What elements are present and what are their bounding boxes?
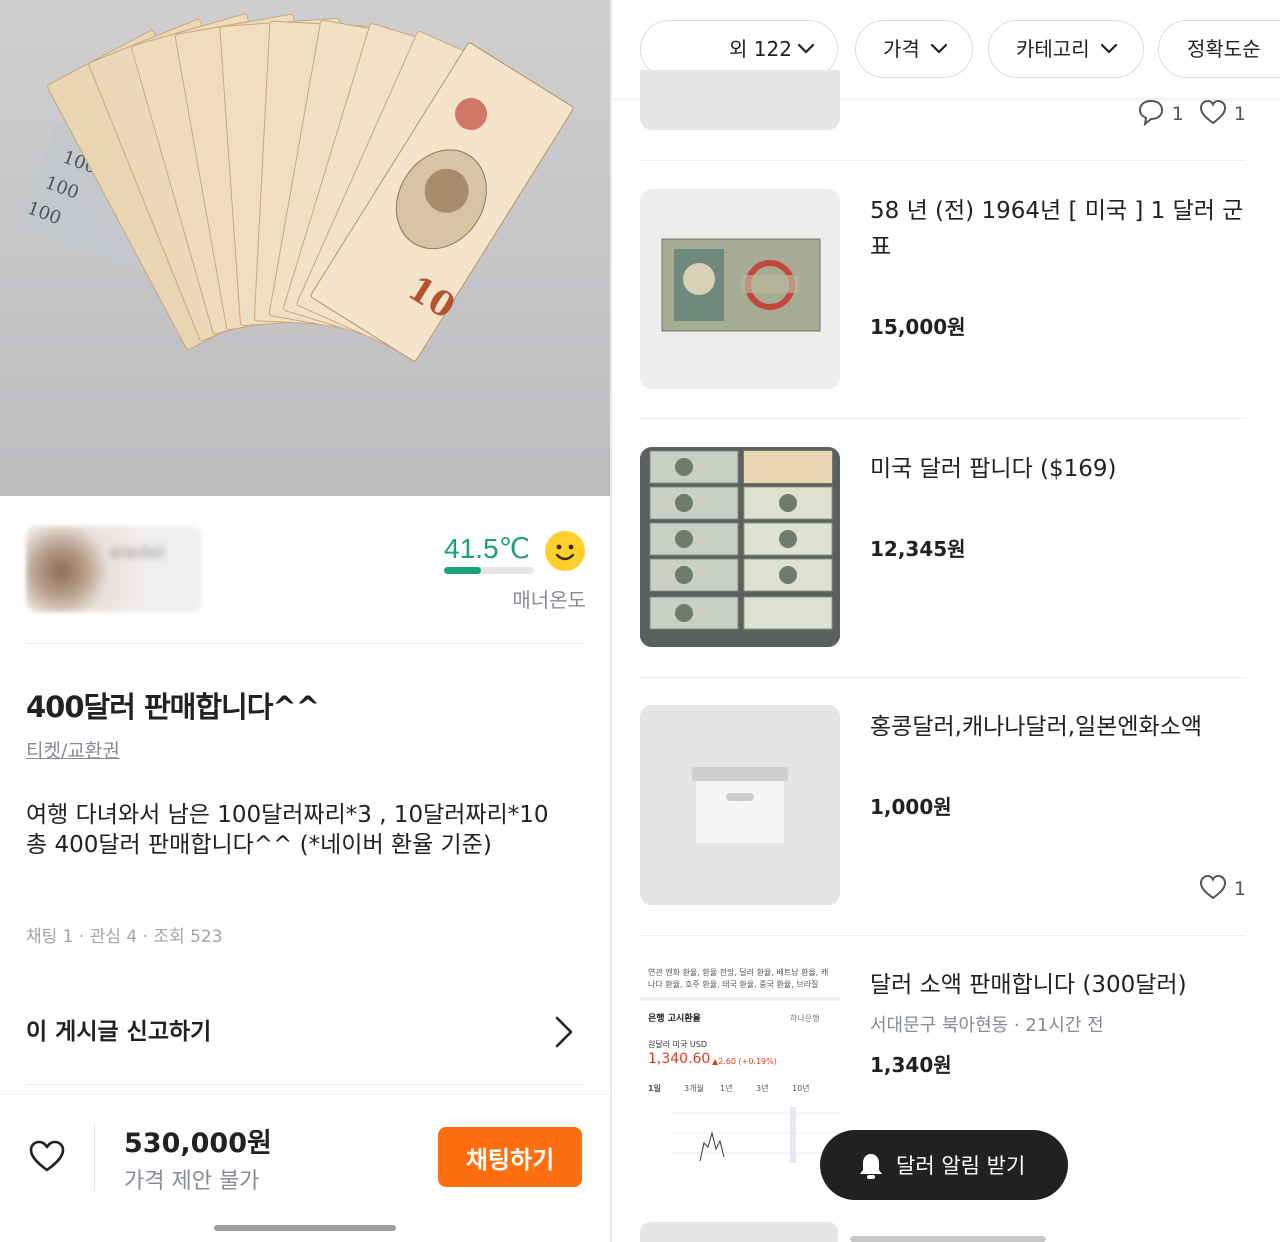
heart-icon — [1199, 874, 1226, 900]
list-item[interactable]: 홍콩달러,캐나나달러,일본엔화소액 1,000원 1 — [640, 705, 1246, 905]
search-results-panel: 외 122 가격 카테고리 정확도순 1 1 58 년 (전) 1964년 [… — [612, 0, 1280, 1242]
product-photo[interactable]: 100 100 100 10 — [0, 0, 610, 496]
item-thumbnail — [640, 70, 840, 130]
divider — [26, 643, 584, 644]
product-detail-panel: 100 100 100 10 eledel 41.5℃ 매너온도 400달러 판… — [0, 0, 610, 1242]
filter-price-label: 가격 — [883, 37, 920, 61]
list-item[interactable]: 미국 달러 팝니다 ($169) 12,345원 — [640, 447, 1246, 647]
thumb-change: ▲2.60 (+0.19%) — [712, 1057, 777, 1066]
item-price: 12,345원 — [870, 537, 966, 561]
divider — [640, 418, 1246, 419]
chevron-down-icon — [1100, 43, 1118, 54]
keyword-alarm-button[interactable]: 달러 알림 받기 — [820, 1130, 1068, 1200]
thumb-rate-chart — [670, 1107, 840, 1163]
list-item[interactable]: 1 1 — [640, 70, 1246, 130]
thumb-range-tab: 1년 — [720, 1084, 733, 1093]
price: 530,000원 — [124, 1128, 272, 1159]
smile-face-icon — [545, 531, 585, 571]
like-count: 1 — [1233, 103, 1246, 125]
item-title: 홍콩달러,캐나나달러,일본엔화소액 — [870, 714, 1203, 740]
manner-temperature-label: 매너온도 — [512, 588, 586, 612]
thumb-range-tab: 1일 — [648, 1084, 661, 1093]
post-title: 400달러 판매합니다^^ — [26, 690, 320, 724]
chat-bubble-icon — [1138, 99, 1163, 127]
item-location-time: 서대문구 북아현동 · 21시간 전 — [870, 1015, 1104, 1036]
item-thumbnail — [640, 705, 840, 905]
heart-icon[interactable] — [28, 1139, 66, 1173]
chevron-right-icon — [555, 1016, 573, 1048]
thumb-tabs: 연관 엔화 환율, 환율 전망, 달러 환율, 베트남 환율, 캐 나다 환율,… — [648, 967, 836, 991]
item-price: 1,340원 — [870, 1053, 952, 1077]
divider — [640, 935, 1246, 936]
banknotes-image: 100 100 100 10 — [20, 13, 574, 362]
report-post-row[interactable]: 이 게시글 신고하기 — [26, 1012, 578, 1052]
thumb-range-tab: 10년 — [792, 1084, 810, 1093]
thumb-currency: 원달러 미국 USD — [648, 1040, 707, 1049]
manner-temperature-bar — [444, 567, 534, 574]
divider — [26, 1084, 584, 1085]
dollar-bills-image — [640, 447, 840, 647]
divider — [640, 997, 840, 1001]
item-title: 미국 달러 팝니다 ($169) — [870, 456, 1117, 482]
thumb-ranges: 1일 3개월 1년 3년 10년 — [648, 1083, 832, 1094]
heart-icon — [1199, 99, 1226, 125]
item-thumbnail — [640, 1222, 838, 1242]
purchase-bar: 530,000원 가격 제안 불가 채팅하기 — [0, 1094, 610, 1242]
chevron-down-icon — [797, 43, 815, 54]
chat-count: 1 — [1171, 103, 1184, 125]
item-title: 달러 소액 판매합니다 (300달러) — [870, 972, 1187, 998]
item-price: 1,000원 — [870, 795, 952, 819]
item-thumbnail — [640, 447, 840, 647]
like-count: 1 — [1233, 878, 1246, 900]
item-counts: 1 — [1198, 873, 1246, 901]
home-indicator[interactable] — [214, 1225, 396, 1231]
post-category-link[interactable]: 티켓/교환권 — [26, 736, 120, 763]
item-counts: 1 1 — [1136, 98, 1246, 127]
list-item[interactable]: 58 년 (전) 1964년 [ 미국 ] 1 달러 군표 15,000원 — [640, 189, 1246, 389]
post-description: 여행 다녀와서 남은 100달러짜리*3 , 10달러짜리*10 총 400달러… — [26, 800, 586, 860]
chevron-down-icon — [930, 43, 948, 54]
sort-label: 정확도순 — [1187, 37, 1261, 61]
report-post-label[interactable]: 이 게시글 신고하기 — [26, 1019, 211, 1045]
thumb-section: 은행 고시환율 — [648, 1014, 701, 1024]
manner-temperature: 41.5℃ — [444, 533, 530, 564]
manner-temperature-fill — [444, 567, 482, 574]
item-title: 58 년 (전) 1964년 [ 미국 ] 1 달러 군표 — [870, 198, 1244, 260]
military-note-image — [640, 189, 840, 389]
thumb-rate: 1,340.60 — [648, 1051, 711, 1067]
avatar[interactable] — [26, 526, 202, 612]
item-price: 15,000원 — [870, 315, 966, 339]
home-indicator[interactable] — [850, 1236, 1046, 1242]
keyword-alarm-label: 달러 알림 받기 — [896, 1154, 1026, 1178]
filter-category-label: 카테고리 — [1016, 37, 1090, 61]
seller-name[interactable]: eledel — [110, 542, 165, 563]
divider — [94, 1123, 95, 1191]
bell-icon — [860, 1154, 882, 1179]
filter-region-label: 외 122 — [729, 37, 792, 61]
thumb-tabs-line: 연관 엔화 환율, 환율 전망, 달러 환율, 베트남 환율, 캐 — [648, 968, 829, 977]
thumb-bank: 하나은행 — [790, 1014, 820, 1023]
description-line: 총 400달러 판매합니다^^ (*네이버 환율 기준) — [26, 832, 492, 858]
thumb-tabs-line: 나다 환율, 호주 환율, 태국 환율, 중국 환율, 브라질 — [648, 980, 819, 989]
item-thumbnail — [640, 189, 840, 389]
thumb-range-tab: 3개월 — [684, 1084, 704, 1093]
negotiation-status: 가격 제안 불가 — [124, 1169, 260, 1194]
divider — [640, 160, 1246, 161]
thumb-range-tab: 3년 — [756, 1084, 769, 1093]
post-stats: 채팅 1 · 관심 4 · 조회 523 — [26, 927, 223, 947]
seller-profile[interactable]: eledel 41.5℃ 매너온도 — [26, 522, 586, 614]
divider — [640, 677, 1246, 678]
box-placeholder-icon — [692, 767, 788, 843]
chat-button[interactable]: 채팅하기 — [438, 1127, 582, 1187]
description-line: 여행 다녀와서 남은 100달러짜리*3 , 10달러짜리*10 — [26, 802, 549, 828]
item-thumbnail: 연관 엔화 환율, 환율 전망, 달러 환율, 베트남 환율, 캐 나다 환율,… — [640, 963, 840, 1163]
